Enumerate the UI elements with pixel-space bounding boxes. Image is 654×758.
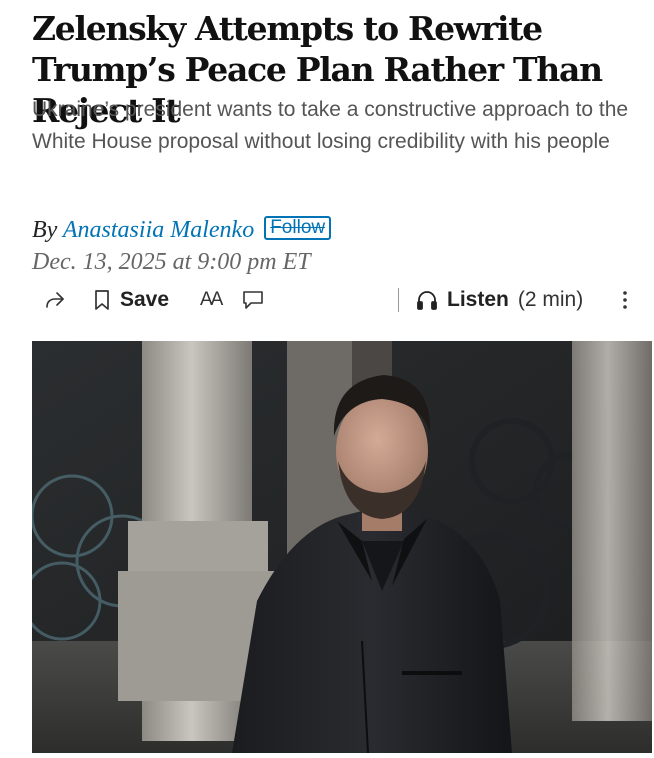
text-size-label: AA: [200, 289, 223, 310]
hero-photo-illustration: [32, 341, 652, 753]
article-dek: Ukraine’s president wants to take a cons…: [32, 98, 629, 153]
text-size-button[interactable]: AA: [200, 282, 223, 318]
article-hero-image: [32, 341, 652, 753]
publish-date: Dec. 13, 2025 at 9:00 pm ET: [32, 249, 311, 275]
listen-duration: (2 min): [517, 288, 584, 311]
comment-bubble-icon: [242, 290, 264, 310]
share-button[interactable]: [44, 282, 66, 318]
listen-button[interactable]: Listen (2 min): [416, 282, 583, 318]
listen-label: Listen: [447, 288, 509, 311]
author-link[interactable]: Anastasiia Malenko: [63, 217, 254, 243]
follow-button[interactable]: Follow: [264, 216, 332, 240]
comment-button[interactable]: [242, 282, 264, 318]
bookmark-icon: [94, 289, 110, 311]
byline: By Anastasiia Malenko Follow: [32, 214, 332, 246]
share-arrow-icon: [44, 290, 66, 310]
save-button[interactable]: Save: [94, 282, 169, 318]
toolbar-divider: [398, 288, 399, 312]
save-label: Save: [120, 288, 170, 311]
vertical-ellipsis-icon: [622, 290, 628, 310]
byline-prefix: By: [32, 217, 58, 243]
article-toolbar: Save AA Listen (2 min): [32, 282, 647, 318]
more-options-button[interactable]: [622, 282, 628, 318]
headphones-icon: [416, 289, 438, 311]
